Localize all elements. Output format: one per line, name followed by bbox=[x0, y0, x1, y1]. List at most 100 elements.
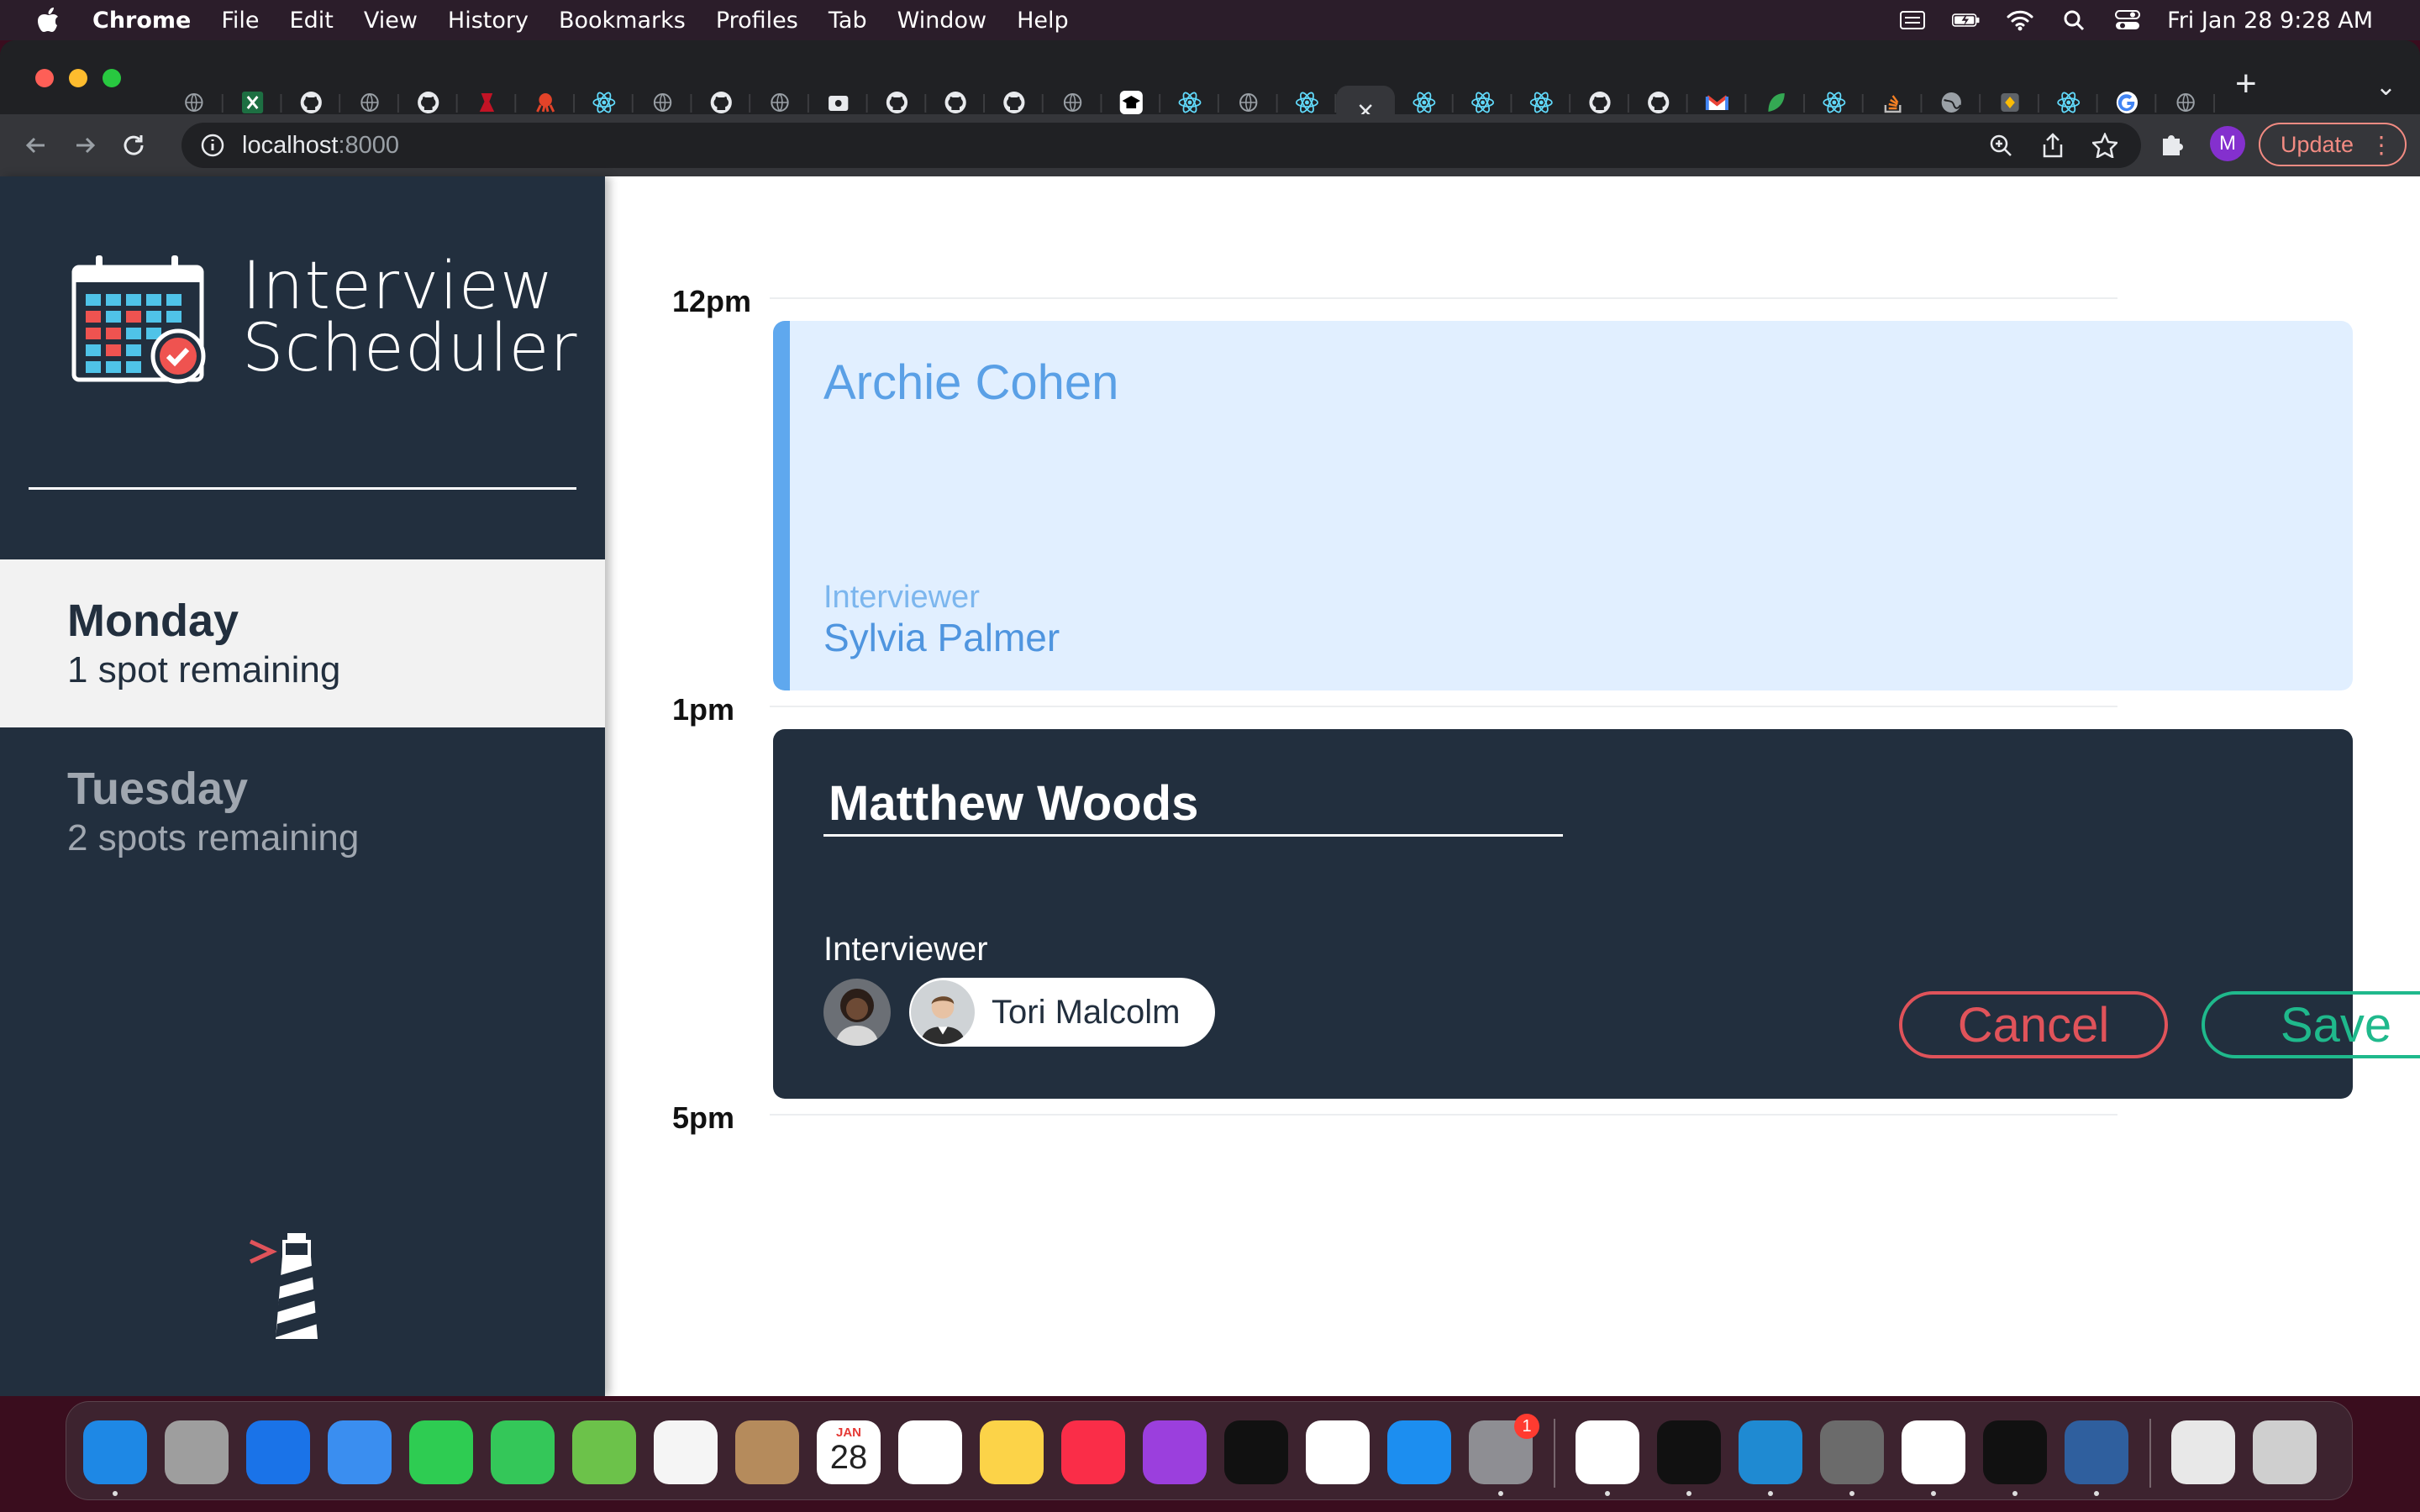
interviewer-option-selected[interactable]: Tori Malcolm bbox=[909, 978, 1216, 1047]
facetime-icon[interactable] bbox=[409, 1420, 473, 1484]
menu-profiles[interactable]: Profiles bbox=[716, 8, 798, 34]
share-icon[interactable] bbox=[2042, 133, 2064, 158]
folder-icon bbox=[826, 90, 850, 115]
safari-icon[interactable] bbox=[246, 1420, 310, 1484]
react-icon bbox=[592, 90, 616, 115]
system-preferences-icon[interactable]: 1 bbox=[1469, 1414, 1539, 1484]
back-button[interactable] bbox=[12, 121, 60, 170]
vscode-icon[interactable] bbox=[1739, 1420, 1802, 1484]
macos-dock: JAN 28 1 bbox=[66, 1401, 2353, 1500]
running-indicator bbox=[113, 1491, 118, 1496]
ext-icon bbox=[1997, 90, 2022, 115]
react-icon bbox=[1177, 90, 1202, 115]
forward-button[interactable] bbox=[60, 121, 109, 170]
notes-icon[interactable] bbox=[980, 1420, 1044, 1484]
virtualbox-icon[interactable] bbox=[2065, 1420, 2128, 1484]
dock-separator bbox=[2149, 1419, 2151, 1488]
reminders-icon[interactable] bbox=[898, 1420, 962, 1484]
interviewer-name: Tori Malcolm bbox=[992, 993, 1181, 1031]
web-icon bbox=[1939, 90, 1964, 115]
mail-icon[interactable] bbox=[328, 1420, 392, 1484]
chrome-icon[interactable] bbox=[1576, 1420, 1639, 1484]
keychain-icon[interactable] bbox=[1820, 1420, 1884, 1484]
macos-menu-bar: Chrome File Edit View History Bookmarks … bbox=[0, 0, 2420, 40]
update-chrome-button[interactable]: Update ⋮ bbox=[2259, 123, 2407, 166]
wifi-icon[interactable] bbox=[2006, 8, 2034, 33]
globe-icon bbox=[359, 92, 380, 113]
stack-icon bbox=[1881, 90, 1905, 115]
window-close-button[interactable] bbox=[35, 69, 54, 87]
profile-avatar[interactable]: M bbox=[2210, 126, 2245, 161]
control-center-icon[interactable] bbox=[2113, 8, 2142, 33]
menu-tab[interactable]: Tab bbox=[829, 8, 867, 34]
day-list-item-tuesday[interactable]: Tuesday 2 spots remaining bbox=[0, 727, 605, 895]
maps-icon[interactable] bbox=[572, 1420, 636, 1484]
photos-icon[interactable] bbox=[654, 1420, 718, 1484]
tab-strip: + ⌄ bbox=[0, 40, 2420, 136]
menu-help[interactable]: Help bbox=[1017, 8, 1069, 34]
trash-icon[interactable] bbox=[2253, 1420, 2317, 1484]
extensions-puzzle-icon[interactable] bbox=[2158, 130, 2185, 157]
new-tab-button[interactable]: + bbox=[2235, 66, 2257, 102]
person-avatar-icon bbox=[823, 979, 891, 1046]
interviewer-avatar-option[interactable] bbox=[823, 979, 891, 1046]
launchpad-icon[interactable] bbox=[165, 1420, 229, 1484]
apple-tv-icon[interactable] bbox=[1224, 1420, 1288, 1484]
reload-button[interactable] bbox=[109, 121, 158, 170]
menubar-clock[interactable]: Fri Jan 28 9:28 AM bbox=[2167, 8, 2373, 34]
documents-folder-icon[interactable] bbox=[2171, 1420, 2235, 1484]
github-icon bbox=[944, 90, 968, 115]
globe-icon bbox=[1062, 92, 1083, 113]
window-minimize-button[interactable] bbox=[69, 69, 87, 87]
site-info-icon[interactable] bbox=[200, 133, 225, 158]
interviewer-label: Interviewer bbox=[823, 931, 988, 968]
interviewer-list: Tori Malcolm bbox=[823, 978, 1216, 1047]
cancel-button[interactable]: Cancel bbox=[1899, 991, 2168, 1058]
zoom-icon[interactable] bbox=[1988, 133, 2013, 158]
running-indicator bbox=[1849, 1491, 1854, 1496]
menu-file[interactable]: File bbox=[221, 8, 259, 34]
github-icon bbox=[416, 90, 440, 115]
messages-icon[interactable] bbox=[491, 1420, 555, 1484]
menu-bookmarks[interactable]: Bookmarks bbox=[559, 8, 686, 34]
day-name: Tuesday bbox=[67, 764, 249, 814]
student-name-input[interactable] bbox=[823, 773, 1563, 837]
jest-icon bbox=[475, 90, 499, 115]
app-logo-text: Interview Scheduler bbox=[242, 254, 578, 381]
spotlight-search-icon[interactable] bbox=[2060, 8, 2088, 33]
music-icon[interactable] bbox=[1061, 1420, 1125, 1484]
address-bar[interactable]: localhost:8000 bbox=[182, 123, 2141, 168]
app-store-icon[interactable] bbox=[1387, 1420, 1451, 1484]
slack-icon[interactable] bbox=[1902, 1420, 1965, 1484]
kebab-menu-icon[interactable]: ⋮ bbox=[2370, 131, 2393, 159]
menu-history[interactable]: History bbox=[448, 8, 529, 34]
podcasts-icon[interactable] bbox=[1143, 1420, 1207, 1484]
leaf-icon bbox=[1764, 90, 1788, 115]
battery-charging-icon[interactable] bbox=[1952, 8, 1981, 33]
chrome-window: + ⌄ localhost:8000 M Update ⋮ Interview… bbox=[0, 40, 2420, 1396]
menu-app-name[interactable]: Chrome bbox=[92, 8, 191, 34]
activity-monitor-icon[interactable] bbox=[1983, 1420, 2047, 1484]
menu-edit[interactable]: Edit bbox=[290, 8, 334, 34]
appointment-card[interactable]: Archie Cohen Interviewer Sylvia Palmer bbox=[773, 321, 2353, 690]
running-indicator bbox=[1768, 1491, 1773, 1496]
day-spots-remaining: 1 spot remaining bbox=[67, 649, 341, 690]
react-icon bbox=[1822, 90, 1846, 115]
contacts-icon[interactable] bbox=[735, 1420, 799, 1484]
menu-window[interactable]: Window bbox=[897, 8, 986, 34]
calendar-icon[interactable]: JAN 28 bbox=[817, 1420, 881, 1484]
bookmark-star-icon[interactable] bbox=[2092, 133, 2118, 158]
hat-icon bbox=[1119, 90, 1144, 115]
schedule-panel: 12pm 1pm 5pm Archie Cohen Interviewer Sy… bbox=[605, 176, 2420, 1396]
tab-search-chevron-icon[interactable]: ⌄ bbox=[2375, 72, 2396, 102]
finder-icon[interactable] bbox=[83, 1420, 147, 1484]
browser-toolbar: localhost:8000 M Update ⋮ bbox=[0, 114, 2420, 176]
terminal-icon[interactable] bbox=[1657, 1420, 1721, 1484]
day-list-item-monday[interactable]: Monday 1 spot remaining bbox=[0, 559, 605, 727]
apple-logo-icon[interactable] bbox=[35, 7, 60, 34]
save-button[interactable]: Save bbox=[2202, 991, 2420, 1058]
news-icon[interactable] bbox=[1306, 1420, 1370, 1484]
window-zoom-button[interactable] bbox=[103, 69, 121, 87]
keyboard-input-icon[interactable] bbox=[1898, 8, 1927, 33]
menu-view[interactable]: View bbox=[364, 8, 418, 34]
